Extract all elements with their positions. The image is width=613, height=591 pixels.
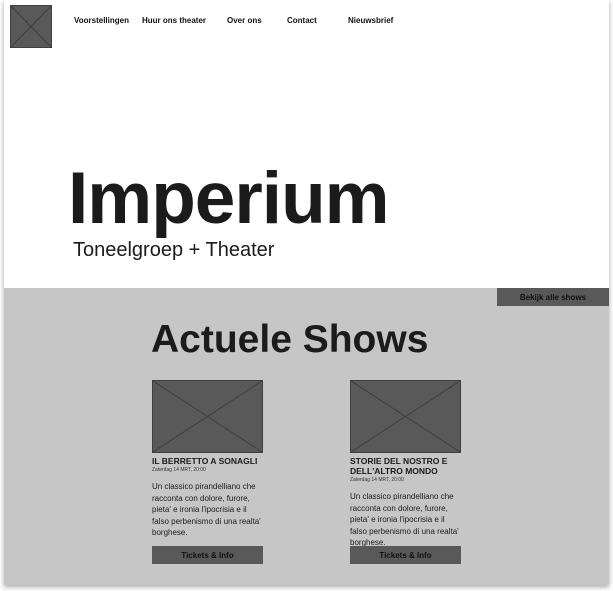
section-title: Actuele Shows (151, 318, 429, 361)
show-image-placeholder-icon[interactable] (350, 380, 461, 453)
show-description: Un classico pirandelliano che racconta c… (350, 492, 459, 547)
show-card: IL BERRETTO A SONAGLI Zaterdag 14 MRT, 2… (152, 380, 264, 564)
show-image-placeholder-icon[interactable] (152, 380, 263, 453)
tickets-info-button[interactable]: Tickets & Info (152, 546, 263, 564)
nav-item-huur-ons-theater[interactable]: Huur ons theater (142, 16, 206, 25)
hero-subtitle: Toneelgroep + Theater (73, 239, 275, 261)
show-date: Zaterdag 14 MRT, 20:00 (152, 467, 206, 473)
show-description: Un classico pirandelliano che racconta c… (152, 482, 261, 537)
nav-item-contact[interactable]: Contact (287, 16, 317, 25)
hero-title: Imperium (68, 158, 390, 239)
nav-item-nieuwsbrief[interactable]: Nieuwsbrief (348, 16, 393, 25)
current-shows-section: Bekijk alle shows Actuele Shows IL BERRE… (4, 288, 609, 585)
show-title[interactable]: IL BERRETTO A SONAGLI (152, 456, 264, 466)
nav-item-voorstellingen[interactable]: Voorstellingen (74, 16, 129, 25)
logo-placeholder-icon[interactable] (10, 5, 52, 48)
tickets-info-button[interactable]: Tickets & Info (350, 546, 461, 564)
page-frame: Voorstellingen Huur ons theater Over ons… (4, 0, 609, 585)
all-shows-button[interactable]: Bekijk alle shows (497, 288, 609, 306)
nav-item-over-ons[interactable]: Over ons (227, 16, 262, 25)
show-title[interactable]: STORIE DEL NOSTRO E DELL'ALTRO MONDO (350, 456, 462, 476)
show-date: Zaterdag 14 MRT, 20:00 (350, 477, 404, 483)
show-card: STORIE DEL NOSTRO E DELL'ALTRO MONDO Zat… (350, 380, 462, 564)
